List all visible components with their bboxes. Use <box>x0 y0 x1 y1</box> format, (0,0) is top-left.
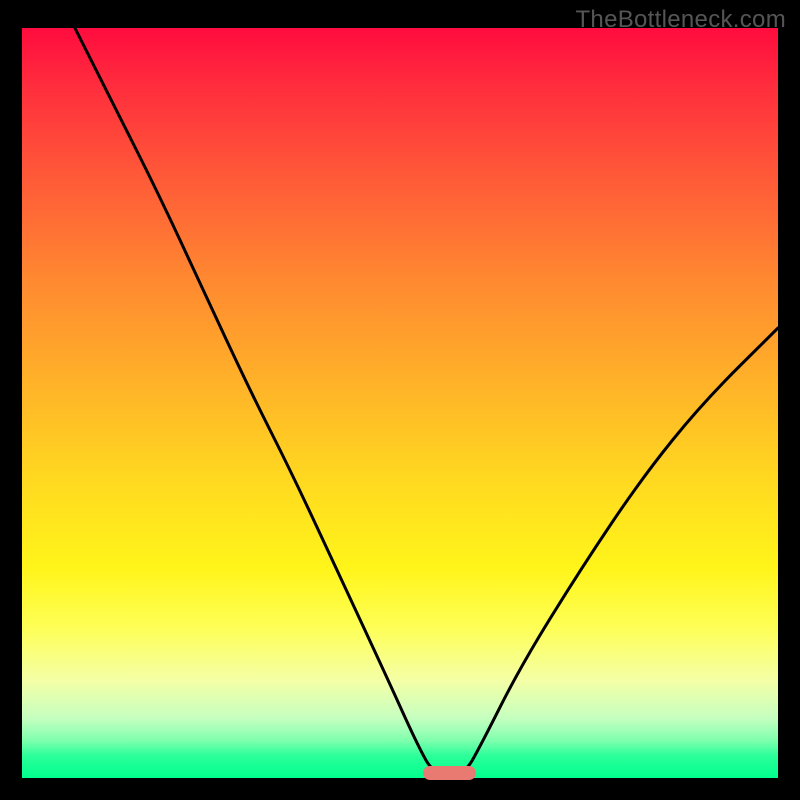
optimum-marker <box>423 766 476 780</box>
curve-path <box>75 28 778 774</box>
watermark-text: TheBottleneck.com <box>575 6 786 34</box>
image-frame: TheBottleneck.com <box>0 0 800 800</box>
plot-area <box>22 28 778 778</box>
bottleneck-curve <box>22 28 778 778</box>
